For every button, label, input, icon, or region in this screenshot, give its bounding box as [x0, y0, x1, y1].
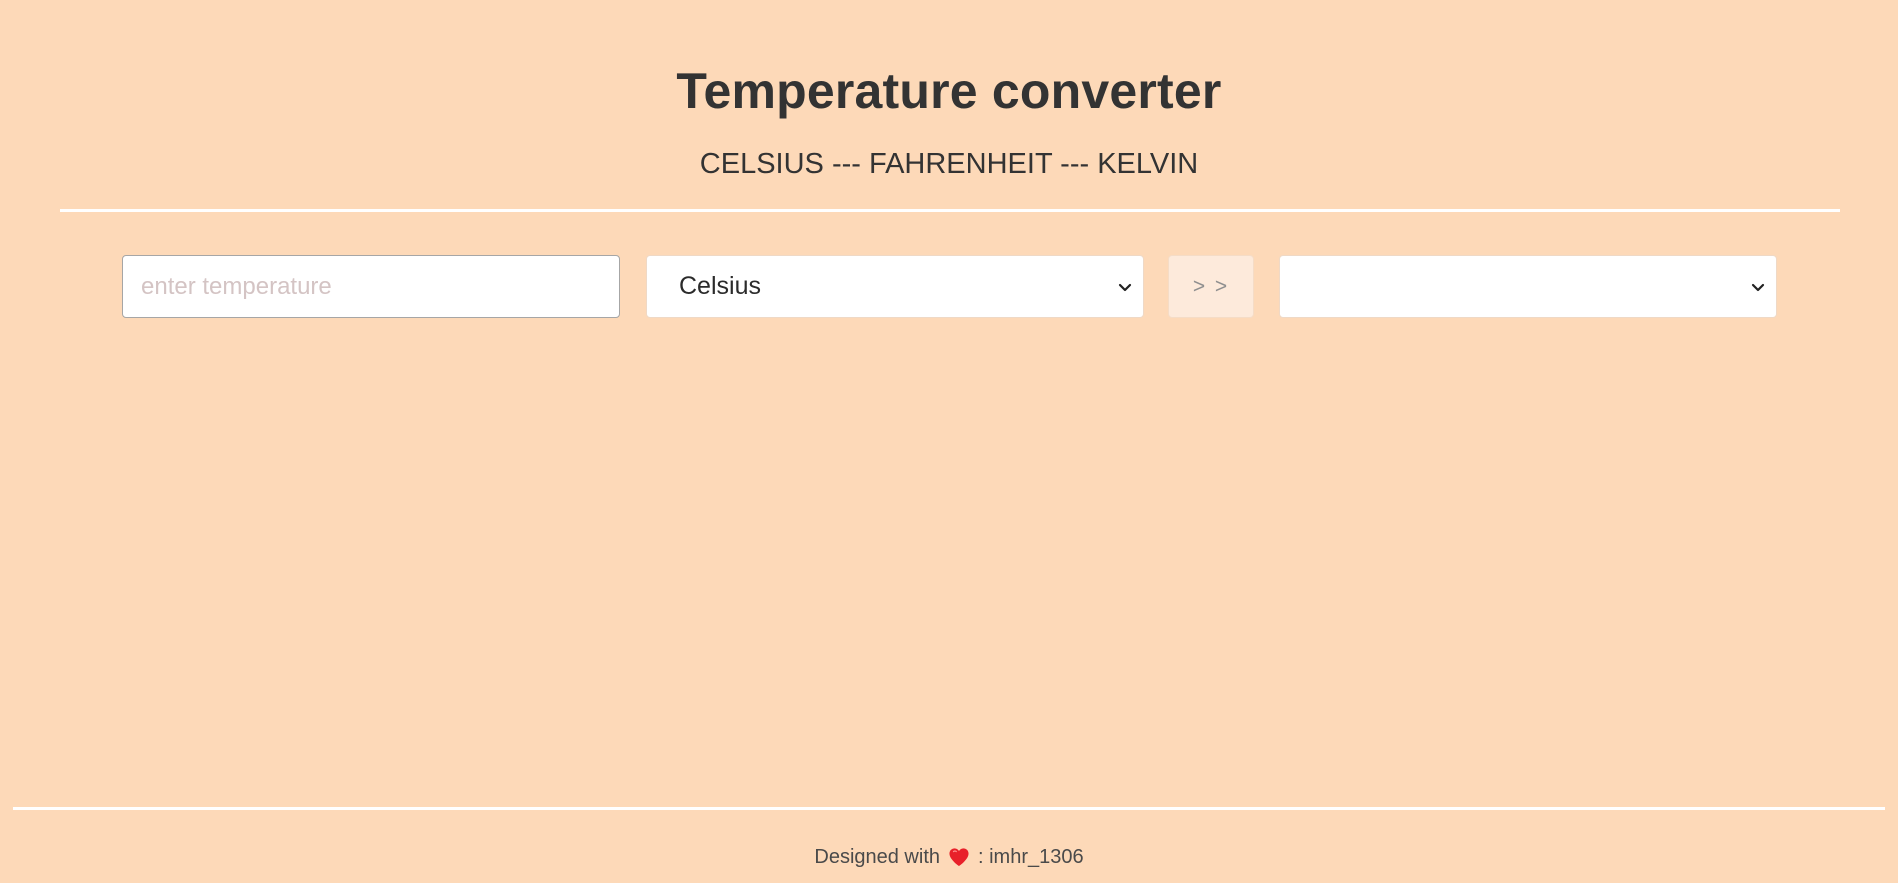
convert-button[interactable]: > >: [1168, 255, 1254, 318]
heart-icon: [949, 848, 969, 867]
footer: Designed with : imhr_1306: [0, 842, 1898, 872]
page-subtitle: CELSIUS --- FAHRENHEIT --- KELVIN: [699, 148, 1199, 180]
converter-controls: Celsius > >: [122, 255, 1777, 318]
to-unit-select[interactable]: [1279, 255, 1777, 318]
temperature-input[interactable]: [122, 255, 620, 318]
footer-author: : imhr_1306: [978, 846, 1084, 868]
header-divider: [60, 209, 1840, 212]
page-title: Temperature converter: [676, 63, 1222, 119]
chevron-down-icon: [1118, 283, 1132, 291]
page: { "header": { "title": "Temperature conv…: [0, 0, 1898, 883]
from-unit-value: Celsius: [679, 272, 761, 300]
footer-prefix: Designed with: [814, 846, 940, 868]
footer-divider: [13, 807, 1885, 810]
chevron-down-icon: [1751, 283, 1765, 291]
from-unit-select[interactable]: Celsius: [646, 255, 1144, 318]
